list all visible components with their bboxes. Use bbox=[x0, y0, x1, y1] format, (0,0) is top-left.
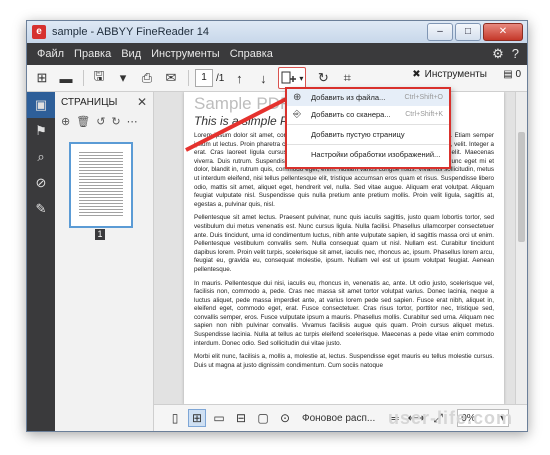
two-page-view-icon[interactable]: ▭ bbox=[210, 409, 228, 427]
signature-icon[interactable]: ✎ bbox=[27, 196, 55, 222]
pages-panel-icon[interactable]: ▣ bbox=[27, 92, 55, 118]
scrollbar-thumb[interactable] bbox=[518, 132, 525, 242]
page-total: /1 bbox=[216, 72, 225, 84]
bookmarks-icon[interactable]: ⚑ bbox=[27, 118, 55, 144]
maximize-button[interactable]: □ bbox=[455, 23, 481, 41]
single-page-view-icon[interactable]: ▯ bbox=[166, 409, 184, 427]
add-file-icon: ⊕ bbox=[293, 92, 302, 103]
settings-gear-icon[interactable]: ⚙ bbox=[492, 46, 504, 62]
menu-tools[interactable]: Инструменты bbox=[151, 48, 220, 60]
menu-view[interactable]: Вид bbox=[121, 48, 141, 60]
scroll-view-icon[interactable]: ⊟ bbox=[232, 409, 250, 427]
page-down-icon[interactable]: ↓ bbox=[254, 69, 272, 87]
page-thumbnail[interactable] bbox=[69, 142, 133, 228]
background-recognition-icon[interactable]: ⊙ bbox=[276, 409, 294, 427]
pages-panel-title: СТРАНИЦЫ bbox=[61, 96, 118, 108]
scanner-icon: ⎆ bbox=[293, 109, 301, 120]
close-window-button[interactable]: ✕ bbox=[483, 23, 523, 41]
email-icon[interactable]: ✉ bbox=[162, 69, 180, 87]
new-document-icon[interactable]: ⊞ bbox=[33, 69, 51, 87]
tools-button[interactable]: ✖ Инструменты bbox=[412, 69, 487, 80]
add-page-dropdown: ⊕ Добавить из файла... Ctrl+Shift+O ⎆ До… bbox=[285, 87, 451, 169]
close-panel-icon[interactable]: ✕ bbox=[137, 95, 147, 109]
rotate-left-icon[interactable]: ↺ bbox=[96, 115, 105, 128]
comment-icon: ▤ bbox=[503, 69, 513, 80]
delete-page-icon[interactable]: 🗑 bbox=[76, 115, 90, 128]
title-bar[interactable]: e sample - ABBYY FineReader 14 – □ ✕ bbox=[27, 21, 527, 43]
app-logo-icon: e bbox=[32, 25, 46, 39]
background-recognition-label: Фоновое расп... bbox=[302, 412, 376, 424]
watermark: user-life.com bbox=[387, 408, 513, 428]
left-sidebar: ▣ ⚑ ⌕ ⊘ ✎ bbox=[27, 92, 55, 431]
fullscreen-icon[interactable]: ▢ bbox=[254, 409, 272, 427]
rotate-right-icon[interactable]: ↻ bbox=[111, 115, 120, 128]
thumbnail-number: 1 bbox=[95, 229, 105, 240]
search-icon[interactable]: ⌕ bbox=[27, 144, 55, 170]
paragraph: Pellentesque sit amet lectus. Praesent p… bbox=[194, 214, 494, 273]
menu-item-add-blank-page[interactable]: Добавить пустую страницу bbox=[287, 126, 449, 143]
paragraph: Morbi elit nunc, facilisis a, mollis a, … bbox=[194, 353, 494, 369]
menu-help[interactable]: Справка bbox=[230, 48, 273, 60]
tools-icon: ✖ bbox=[412, 69, 421, 80]
more-icon[interactable]: ⋯ bbox=[127, 115, 138, 128]
help-icon[interactable]: ? bbox=[512, 46, 519, 62]
attachments-icon[interactable]: ⊘ bbox=[27, 170, 55, 196]
rotate-icon[interactable]: ↻ bbox=[314, 69, 332, 87]
page-up-icon[interactable]: ↑ bbox=[230, 69, 248, 87]
page-number-input[interactable]: 1 bbox=[195, 69, 213, 87]
add-page-button[interactable]: ▾ bbox=[278, 67, 307, 89]
open-folder-icon[interactable]: ▬ bbox=[57, 69, 75, 87]
minimize-button[interactable]: – bbox=[427, 23, 453, 41]
print-icon[interactable]: ⎙ bbox=[138, 69, 156, 87]
menu-bar: Файл Правка Вид Инструменты Справка ⚙ ? bbox=[27, 43, 527, 65]
paragraph: In mauris. Pellentesque dui nisi, iaculi… bbox=[194, 279, 494, 347]
comments-counter[interactable]: ▤ 0 bbox=[503, 69, 521, 80]
pages-panel: СТРАНИЦЫ ✕ ⊕ 🗑 ↺ ↻ ⋯ 1 bbox=[55, 92, 154, 431]
menu-item-add-from-file[interactable]: ⊕ Добавить из файла... Ctrl+Shift+O bbox=[287, 89, 449, 106]
add-page-icon bbox=[281, 71, 297, 84]
add-page-small-icon[interactable]: ⊕ bbox=[61, 115, 70, 128]
save-icon[interactable]: 🖫 bbox=[90, 68, 108, 87]
crop-icon[interactable]: ⌗ bbox=[338, 69, 356, 87]
fit-page-icon[interactable]: ⊞ bbox=[188, 409, 206, 427]
menu-item-add-from-scanner[interactable]: ⎆ Добавить со сканера... Ctrl+Shift+K bbox=[287, 106, 449, 123]
menu-file[interactable]: Файл bbox=[37, 48, 64, 60]
menu-item-image-settings[interactable]: Настройки обработки изображений... bbox=[287, 146, 449, 163]
menu-edit[interactable]: Правка bbox=[74, 48, 111, 60]
main-toolbar: ⊞ ▬ 🖫 ▾ ⎙ ✉ 1 /1 ↑ ↓ ▾ ↻ ⌗ ✖ Инструменты… bbox=[27, 65, 527, 92]
app-window: e sample - ABBYY FineReader 14 – □ ✕ Фай… bbox=[26, 20, 528, 432]
save-as-icon[interactable]: ▾ bbox=[114, 69, 132, 87]
window-title: sample - ABBYY FineReader 14 bbox=[52, 26, 209, 38]
vertical-scrollbar[interactable] bbox=[515, 92, 527, 405]
chevron-down-icon: ▾ bbox=[299, 73, 304, 83]
